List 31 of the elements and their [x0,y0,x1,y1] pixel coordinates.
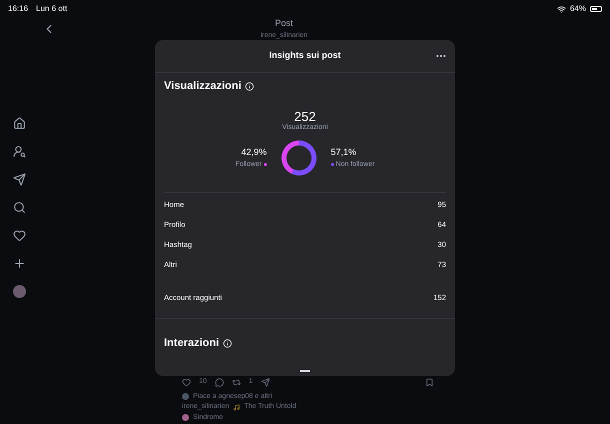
people-icon[interactable] [12,145,26,158]
plus-icon[interactable] [12,257,26,270]
status-date: Lun 6 ott [36,3,68,15]
search-icon[interactable] [12,201,26,214]
battery-icon [590,6,602,12]
follower-percent: 42,9% [241,146,267,159]
battery-percent: 64% [570,3,586,15]
non-follower-percent: 57,1% [330,146,356,159]
repost-icon[interactable] [232,378,241,387]
heart-icon[interactable] [182,378,191,387]
home-icon[interactable] [12,117,26,130]
donut-slice [281,140,299,174]
send-icon[interactable] [12,173,26,186]
avatar[interactable] [12,285,26,298]
section-heading: Interazioni [164,336,220,351]
info-icon[interactable] [223,338,232,348]
bookmark-icon[interactable] [425,378,434,387]
panel-title: Insights sui post [269,49,341,62]
status-time: 16:16 [8,3,28,15]
header-title: Post [274,17,293,30]
donut-slice [291,140,316,176]
music-icon [233,404,240,411]
info-icon[interactable] [245,82,254,91]
drag-handle [300,370,310,372]
wifi-icon [556,4,566,14]
heart-icon[interactable] [12,229,26,242]
section-heading: Visualizzazioni [164,79,242,94]
send-icon[interactable] [260,378,270,387]
comment-icon[interactable] [214,378,224,387]
avatar [182,393,189,400]
views-total: 252 [294,110,316,122]
